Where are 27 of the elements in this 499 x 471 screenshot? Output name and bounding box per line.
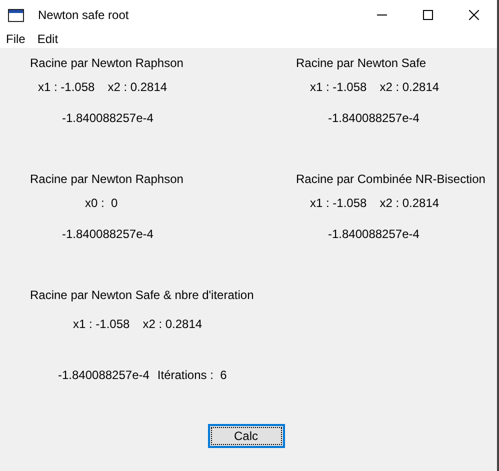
root-value: -1.840088257e-4	[328, 110, 420, 127]
menu-item[interactable]: File	[1, 30, 30, 48]
section-title: Racine par Newton Raphson	[30, 172, 184, 186]
root-value: -1.840088257e-4	[62, 226, 154, 243]
parameter-label: x2 : 0.2814	[380, 195, 440, 212]
calc-button[interactable]: Calc	[208, 424, 284, 448]
parameter-label: x1 : -1.058	[38, 79, 95, 96]
root-value: -1.840088257e-4	[328, 226, 420, 243]
root-value: -1.840088257e-4	[58, 367, 150, 384]
window-icon	[8, 8, 24, 22]
parameter-label: x2 : 0.2814	[380, 79, 440, 96]
root-value: -1.840088257e-4	[62, 110, 154, 127]
section-title: Racine par Combinée NR-Bisection	[296, 172, 486, 186]
parameter-label: x1 : -1.058	[73, 316, 130, 333]
parameter-label: x2 : 0.2814	[142, 316, 202, 333]
parameter-label: x1 : -1.058	[310, 195, 367, 212]
close-icon	[469, 10, 479, 20]
section-title: Racine par Newton Raphson	[30, 56, 184, 70]
parameter-label: x0 : 0	[85, 195, 118, 212]
window-title: Newton safe root	[38, 7, 129, 24]
section-title: Racine par Newton Safe	[296, 56, 428, 70]
parameter-label: x2 : 0.2814	[108, 79, 168, 96]
menu-item[interactable]: Edit	[32, 30, 64, 48]
iterations-label: Itérations : 6	[157, 367, 227, 384]
section-title: Racine par Newton Safe & nbre d'iteration	[30, 288, 255, 302]
parameter-label: x1 : -1.058	[310, 79, 367, 96]
maximize-icon	[423, 10, 433, 20]
